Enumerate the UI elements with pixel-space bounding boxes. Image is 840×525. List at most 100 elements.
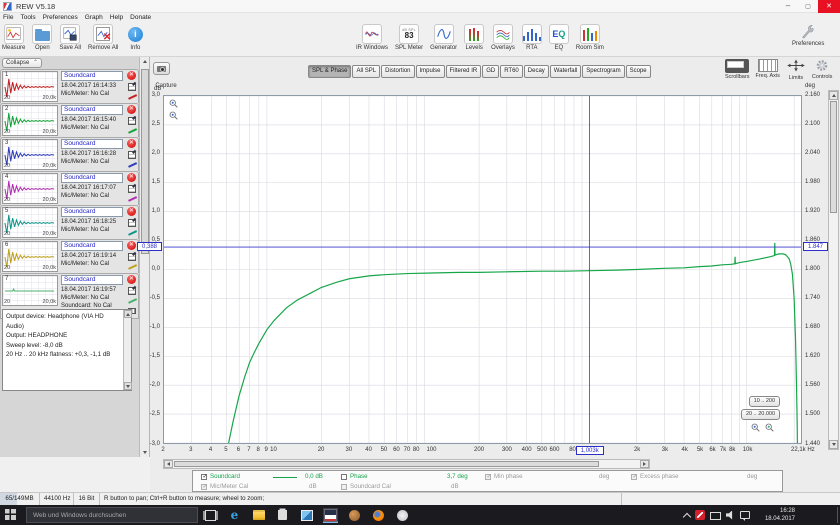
- delete-measurement-icon[interactable]: [127, 105, 136, 114]
- taskbar-app-icon[interactable]: [251, 508, 266, 523]
- taskbar-app-icon[interactable]: [275, 508, 290, 523]
- maximize-button[interactable]: [798, 0, 818, 13]
- preferences-button[interactable]: Preferences: [792, 22, 824, 47]
- zoom-in-icon[interactable]: [169, 99, 178, 108]
- limits-button[interactable]: Limits: [786, 59, 806, 81]
- generator-button[interactable]: Generator: [430, 24, 457, 51]
- notes-icon[interactable]: [128, 253, 136, 261]
- menu-item[interactable]: File: [3, 13, 13, 22]
- remove-all-button[interactable]: Remove All: [88, 24, 118, 51]
- measurement-thumbnail[interactable]: 7 20 20,0k: [2, 275, 58, 306]
- graph-tab[interactable]: Scope: [626, 65, 651, 78]
- spl-phase-chart[interactable]: [164, 96, 801, 443]
- taskbar-app-icon[interactable]: [395, 508, 410, 523]
- excess-phase-checkbox[interactable]: [631, 474, 637, 480]
- measurement-name-field[interactable]: Soundcard: [61, 241, 123, 251]
- soundcard-cal-checkbox[interactable]: [341, 484, 347, 490]
- scrollbar-thumb[interactable]: [174, 461, 599, 467]
- sidebar-scrollbar[interactable]: [139, 57, 149, 457]
- volume-tray-icon[interactable]: [726, 511, 735, 520]
- close-button[interactable]: [818, 0, 840, 13]
- graph-tab[interactable]: Spectrogram: [582, 65, 624, 78]
- start-button-icon[interactable]: [5, 509, 16, 520]
- scroll-up-icon[interactable]: [829, 91, 838, 100]
- measurement-item[interactable]: 4 20 20,0k Soundcard 18.04.2017 16:17:07…: [0, 171, 139, 205]
- notifications-tray-icon[interactable]: [740, 511, 750, 519]
- open-button[interactable]: Open: [32, 24, 52, 51]
- ir-windows-button[interactable]: IR Windows: [356, 24, 388, 51]
- scroll-up-icon[interactable]: [124, 310, 132, 318]
- measurement-thumbnail[interactable]: 1 20 20,0k: [2, 71, 58, 102]
- save-all-button[interactable]: Save All: [59, 24, 81, 51]
- trace-color-icon[interactable]: [128, 162, 137, 167]
- taskbar-app-icon[interactable]: [371, 508, 386, 523]
- trace-color-icon[interactable]: [128, 196, 137, 201]
- measurement-name-field[interactable]: Soundcard: [61, 71, 123, 81]
- scroll-up-icon[interactable]: [140, 57, 150, 66]
- controls-button[interactable]: Controls: [812, 59, 832, 81]
- minimize-button[interactable]: [778, 0, 798, 13]
- notes-icon[interactable]: [128, 83, 136, 91]
- measurement-thumbnail[interactable]: 6 20 20,0k: [2, 241, 58, 272]
- scroll-left-icon[interactable]: [164, 460, 173, 468]
- scroll-down-icon[interactable]: [829, 440, 838, 449]
- zoom-x-out-icon[interactable]: [765, 423, 774, 432]
- graph-tab[interactable]: Impulse: [416, 65, 445, 78]
- taskbar-app-icon[interactable]: [347, 508, 362, 523]
- range-20-20000-button[interactable]: 20 .. 20.000: [741, 409, 780, 420]
- room-sim-button[interactable]: Room Sim: [576, 24, 604, 51]
- measurement-name-field[interactable]: Soundcard: [61, 139, 123, 149]
- taskbar-app-icon[interactable]: [203, 508, 218, 523]
- menu-item[interactable]: Graph: [85, 13, 103, 22]
- display-tray-icon[interactable]: [710, 512, 721, 520]
- phase-checkbox[interactable]: [341, 474, 347, 480]
- eq-button[interactable]: EQ EQ: [549, 24, 569, 51]
- graph-tab[interactable]: Decay: [524, 65, 549, 78]
- mic-cal-checkbox[interactable]: [201, 484, 207, 490]
- soundcard-checkbox[interactable]: [201, 474, 207, 480]
- taskbar-app-icon[interactable]: [299, 508, 314, 523]
- measurement-name-field[interactable]: Soundcard: [61, 105, 123, 115]
- antivirus-tray-icon[interactable]: [695, 510, 705, 520]
- delete-measurement-icon[interactable]: [127, 275, 136, 284]
- graph-horizontal-scrollbar[interactable]: [163, 459, 650, 469]
- scrollbar-thumb[interactable]: [830, 101, 837, 213]
- graph-tab[interactable]: Waterfall: [550, 65, 581, 78]
- graph-tab[interactable]: RT60: [500, 65, 523, 78]
- measurement-item[interactable]: 2 20 20,0k Soundcard 18.04.2017 16:15:40…: [0, 103, 139, 137]
- measurement-thumbnail[interactable]: 5 20 20,0k: [2, 207, 58, 238]
- measurement-name-field[interactable]: Soundcard: [61, 207, 123, 217]
- taskbar-app-icon[interactable]: [227, 508, 242, 523]
- range-10-200-button[interactable]: 10 .. 200: [749, 396, 780, 407]
- notes-icon[interactable]: [128, 185, 136, 193]
- levels-button[interactable]: Levels: [464, 24, 484, 51]
- measurement-name-field[interactable]: Soundcard: [61, 173, 123, 183]
- measure-button[interactable]: Measure: [2, 24, 25, 51]
- scroll-down-icon[interactable]: [124, 382, 132, 390]
- trace-color-icon[interactable]: [128, 128, 137, 133]
- notes-icon[interactable]: [128, 287, 136, 295]
- taskbar-clock[interactable]: 16:28 18.04.2017: [755, 507, 795, 523]
- measurement-item[interactable]: 5 20 20,0k Soundcard 18.04.2017 16:18:25…: [0, 205, 139, 239]
- menu-item[interactable]: Preferences: [43, 13, 78, 22]
- graph-tab[interactable]: All SPL: [352, 65, 380, 78]
- graph-vertical-scrollbar[interactable]: [828, 90, 839, 450]
- rta-button[interactable]: RTA: [522, 24, 542, 51]
- delete-measurement-icon[interactable]: [127, 71, 136, 80]
- info-scrollbar[interactable]: [123, 310, 131, 390]
- measurement-thumbnail[interactable]: 2 20 20,0k: [2, 105, 58, 136]
- measurement-item[interactable]: 6 20 20,0k Soundcard 18.04.2017 16:19:14…: [0, 239, 139, 273]
- graph-tab[interactable]: Distortion: [381, 65, 414, 78]
- measurement-item[interactable]: 1 20 20,0k Soundcard 18.04.2017 16:14:33…: [0, 69, 139, 103]
- measurement-name-field[interactable]: Soundcard: [61, 275, 123, 285]
- plot-area[interactable]: [163, 95, 802, 444]
- scroll-right-icon[interactable]: [640, 460, 649, 468]
- graph-tab[interactable]: GD: [482, 65, 499, 78]
- collapse-button[interactable]: Collapse: [2, 58, 42, 68]
- measurement-item[interactable]: 3 20 20,0k Soundcard 18.04.2017 16:16:28…: [0, 137, 139, 171]
- menu-item[interactable]: Help: [110, 13, 123, 22]
- menu-item[interactable]: Tools: [20, 13, 35, 22]
- scrollbars-button[interactable]: Scrollbars: [725, 59, 749, 81]
- min-phase-checkbox[interactable]: [485, 474, 491, 480]
- delete-measurement-icon[interactable]: [127, 139, 136, 148]
